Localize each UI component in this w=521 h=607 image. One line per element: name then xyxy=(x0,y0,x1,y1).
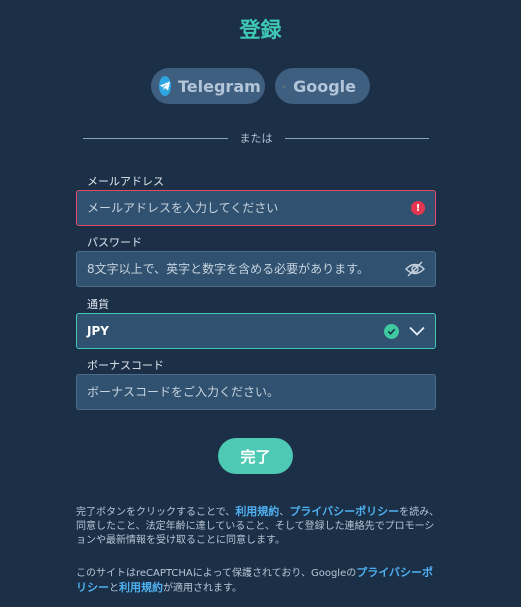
error-icon: ! xyxy=(411,201,425,215)
terms-text-1: 完了ボタンをクリックすることで、 xyxy=(76,507,236,518)
recaptcha-text-3: が適用されます。 xyxy=(163,583,242,594)
google-login-button[interactable]: Google xyxy=(275,68,370,104)
currency-select[interactable]: JPY xyxy=(76,313,436,349)
currency-label: 通貨 xyxy=(87,298,109,311)
recaptcha-text-2: と xyxy=(109,583,119,594)
email-label: メールアドレス xyxy=(87,175,164,188)
check-icon xyxy=(384,323,399,339)
google-icon xyxy=(283,84,286,88)
divider-line-right xyxy=(284,137,429,139)
bonus-input[interactable] xyxy=(87,385,425,399)
or-divider: または xyxy=(83,130,429,146)
password-input[interactable] xyxy=(87,262,405,276)
google-label: Google xyxy=(293,76,356,96)
terms-separator: 、 xyxy=(279,507,290,518)
currency-value: JPY xyxy=(87,324,109,338)
telegram-login-button[interactable]: Telegram xyxy=(151,68,265,104)
page-title: 登録 xyxy=(239,18,282,42)
privacy-link[interactable]: プライバシーポリシー xyxy=(289,505,399,518)
email-field-wrapper: ! xyxy=(76,190,436,226)
recaptcha-notice: このサイトはreCAPTCHAによって保護されており、Googleのプライバシー… xyxy=(76,566,441,596)
telegram-icon xyxy=(159,76,171,96)
email-input[interactable] xyxy=(87,201,411,215)
bonus-field-wrapper xyxy=(76,374,436,410)
divider-line-left xyxy=(83,137,228,139)
password-label: パスワード xyxy=(87,236,142,249)
social-login-group: Telegram Google xyxy=(0,68,521,104)
divider-text: または xyxy=(239,132,273,145)
recaptcha-text-1: このサイトはreCAPTCHAによって保護されており、Googleの xyxy=(76,568,357,579)
telegram-label: Telegram xyxy=(178,76,261,96)
register-page: 登録 Telegram Google または メールアドレス メールアドレスを入… xyxy=(0,0,521,607)
recaptcha-terms-link[interactable]: 利用規約 xyxy=(119,581,163,594)
terms-notice: 完了ボタンをクリックすることで、利用規約、プライバシーポリシーを読み、同意したこ… xyxy=(76,505,441,548)
submit-button[interactable]: 完了 xyxy=(218,438,293,474)
chevron-down-icon xyxy=(409,326,425,336)
eye-off-icon[interactable] xyxy=(405,261,425,277)
password-field-wrapper xyxy=(76,251,436,287)
bonus-label: ボーナスコード xyxy=(87,359,164,372)
terms-link[interactable]: 利用規約 xyxy=(235,505,279,518)
